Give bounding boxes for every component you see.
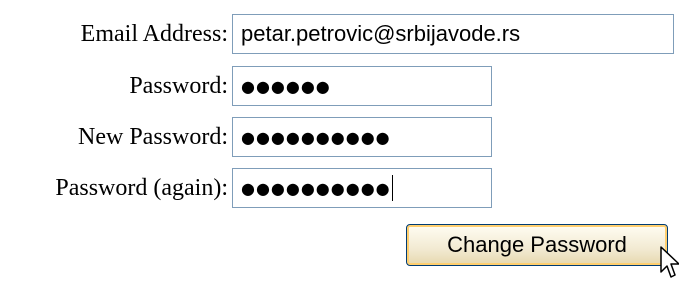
password-again-field-value: ●●●●●●●●●●: [241, 178, 391, 198]
email-field[interactable]: petar.petrovic@srbijavode.rs: [232, 14, 674, 54]
email-row: Email Address: petar.petrovic@srbijavode…: [0, 14, 674, 54]
new-password-field[interactable]: ●●●●●●●●●●: [232, 117, 492, 157]
password-row: Password: ●●●●●●: [0, 66, 492, 106]
arrow-pointer-icon: [660, 246, 679, 278]
password-field-value: ●●●●●●: [241, 76, 331, 96]
password-field[interactable]: ●●●●●●: [232, 66, 492, 106]
password-again-field[interactable]: ●●●●●●●●●●: [232, 168, 492, 208]
password-again-label: Password (again):: [55, 174, 228, 201]
email-label: Email Address:: [80, 20, 228, 47]
email-field-value: petar.petrovic@srbijavode.rs: [241, 21, 521, 46]
change-password-button[interactable]: Change Password: [406, 224, 668, 266]
new-password-row: New Password: ●●●●●●●●●●: [0, 117, 492, 157]
change-password-form: Email Address: petar.petrovic@srbijavode…: [0, 0, 679, 295]
password-again-row: Password (again): ●●●●●●●●●●: [0, 168, 492, 208]
new-password-label: New Password:: [78, 123, 228, 150]
password-label: Password:: [129, 72, 228, 99]
new-password-field-value: ●●●●●●●●●●: [241, 127, 391, 147]
text-caret: [391, 175, 393, 201]
